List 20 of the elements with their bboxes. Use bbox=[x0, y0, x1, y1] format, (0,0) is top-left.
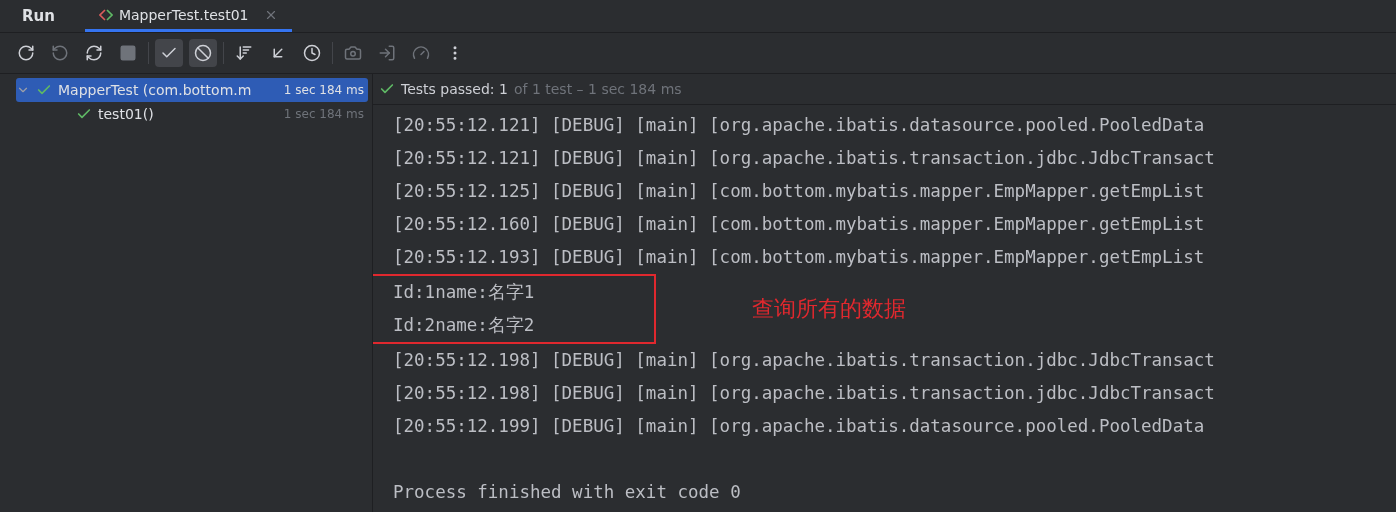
tree-item[interactable]: test01() 1 sec 184 ms bbox=[16, 102, 368, 126]
status-summary: Tests passed: 1 bbox=[401, 81, 508, 97]
console-line: [20:55:12.198] [DEBUG] [main] [org.apache.ibatis.transaction.jdbc.JdbcTransact bbox=[393, 382, 1216, 405]
tree-item[interactable]: MapperTest (com.bottom.m 1 sec 184 ms bbox=[16, 78, 368, 102]
console-line: [20:55:12.198] [DEBUG] [main] [org.apache.ibatis.transaction.jdbc.JdbcTransact bbox=[393, 349, 1216, 372]
console-line: [20:55:12.121] [DEBUG] [main] [org.apache.ibatis.datasource.pooled.PooledData bbox=[393, 114, 1206, 137]
console-line: Id:2name:名字2 bbox=[393, 314, 535, 337]
console-line: [20:55:12.160] [DEBUG] [main] [com.bottom.mybatis.mapper.EmpMapper.getEmpList bbox=[393, 213, 1206, 236]
annotation-note: 查询所有的数据 bbox=[752, 295, 907, 323]
run-tab[interactable]: MapperTest.test01 bbox=[84, 0, 293, 32]
console-line: Process finished with exit code 0 bbox=[393, 481, 742, 504]
console-line: [20:55:12.193] [DEBUG] [main] [com.bottom.mybatis.mapper.EmpMapper.getEmpList bbox=[393, 246, 1206, 269]
ban-icon[interactable] bbox=[189, 39, 217, 67]
console-line: [20:55:12.199] [DEBUG] [main] [org.apache.ibatis.datasource.pooled.PooledData bbox=[393, 415, 1206, 438]
status-detail: of 1 test – 1 sec 184 ms bbox=[513, 81, 682, 97]
tool-window-title: Run bbox=[22, 6, 55, 27]
console-line: [20:55:12.121] [DEBUG] [main] [org.apache.ibatis.transaction.jdbc.JdbcTransact bbox=[393, 147, 1216, 170]
check-icon[interactable] bbox=[155, 39, 183, 67]
console-line: Id:1name:名字1 bbox=[393, 281, 535, 304]
console-line: [20:55:12.125] [DEBUG] [main] [com.bottom.mybatis.mapper.EmpMapper.getEmpList bbox=[393, 180, 1206, 203]
